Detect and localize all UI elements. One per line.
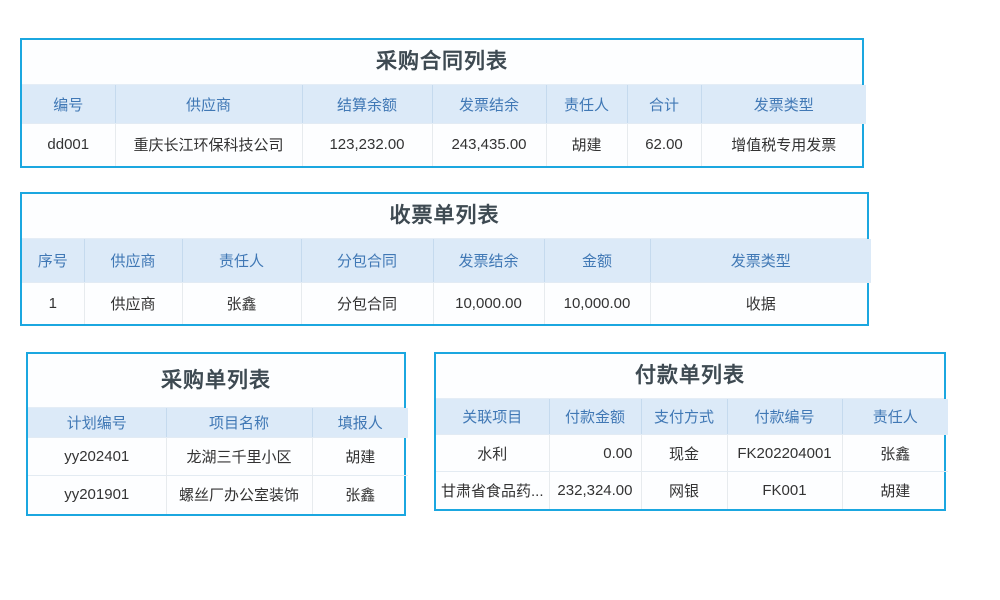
cell: 螺丝厂办公室装饰 (166, 476, 312, 514)
report-page: 采购合同列表 编号供应商结算余额发票结余责任人合计发票类型dd001重庆长江环保… (0, 0, 1000, 600)
table-row: yy201901螺丝厂办公室装饰张鑫 (28, 476, 408, 514)
column-header: 项目名称 (166, 408, 312, 438)
table-title: 收票单列表 (22, 194, 867, 239)
column-header: 关联项目 (436, 399, 549, 435)
column-header: 结算余额 (302, 85, 432, 124)
table-row: dd001重庆长江环保科技公司123,232.00243,435.00胡建62.… (22, 124, 866, 166)
column-header: 责任人 (546, 85, 627, 124)
table-title: 付款单列表 (436, 354, 944, 399)
cell: dd001 (22, 124, 115, 166)
cell: 10,000.00 (433, 283, 544, 324)
column-header: 责任人 (182, 239, 301, 283)
table-row: 水利0.00现金FK202204001张鑫 (436, 435, 948, 472)
purchase-contract-list-table: 采购合同列表 编号供应商结算余额发票结余责任人合计发票类型dd001重庆长江环保… (20, 38, 864, 168)
table-title: 采购单列表 (28, 354, 404, 408)
header-row: 编号供应商结算余额发票结余责任人合计发票类型 (22, 85, 866, 124)
cell: 张鑫 (312, 476, 408, 514)
cell: 232,324.00 (549, 472, 641, 509)
cell: 243,435.00 (432, 124, 546, 166)
cell: 龙湖三千里小区 (166, 438, 312, 476)
column-header: 责任人 (842, 399, 948, 435)
cell: 增值税专用发票 (701, 124, 866, 166)
cell: 张鑫 (842, 435, 948, 472)
cell: 胡建 (546, 124, 627, 166)
column-header: 发票结余 (433, 239, 544, 283)
cell: 收据 (650, 283, 871, 324)
column-header: 发票结余 (432, 85, 546, 124)
column-header: 发票类型 (701, 85, 866, 124)
cell: 供应商 (84, 283, 182, 324)
cell: 重庆长江环保科技公司 (115, 124, 302, 166)
cell: 1 (22, 283, 84, 324)
column-header: 金额 (544, 239, 650, 283)
cell: 胡建 (312, 438, 408, 476)
cell: 123,232.00 (302, 124, 432, 166)
cell: 0.00 (549, 435, 641, 472)
cell: 62.00 (627, 124, 701, 166)
column-header: 付款编号 (727, 399, 842, 435)
table-row: 1供应商张鑫分包合同10,000.0010,000.00收据 (22, 283, 871, 324)
cell: FK001 (727, 472, 842, 509)
column-header: 供应商 (115, 85, 302, 124)
column-header: 发票类型 (650, 239, 871, 283)
column-header: 计划编号 (28, 408, 166, 438)
data-table: 序号供应商责任人分包合同发票结余金额发票类型1供应商张鑫分包合同10,000.0… (22, 239, 871, 324)
column-header: 支付方式 (641, 399, 727, 435)
cell: 网银 (641, 472, 727, 509)
cell: yy202401 (28, 438, 166, 476)
receipt-list-table: 收票单列表 序号供应商责任人分包合同发票结余金额发票类型1供应商张鑫分包合同10… (20, 192, 869, 326)
cell: 张鑫 (182, 283, 301, 324)
cell: 水利 (436, 435, 549, 472)
purchase-order-list-table: 采购单列表 计划编号项目名称填报人yy202401龙湖三千里小区胡建yy2019… (26, 352, 406, 516)
cell: 分包合同 (301, 283, 433, 324)
cell: 甘肃省食品药... (436, 472, 549, 509)
payment-list-table: 付款单列表 关联项目付款金额支付方式付款编号责任人水利0.00现金FK20220… (434, 352, 946, 511)
data-table: 编号供应商结算余额发票结余责任人合计发票类型dd001重庆长江环保科技公司123… (22, 85, 866, 166)
cell: FK202204001 (727, 435, 842, 472)
cell: 胡建 (842, 472, 948, 509)
table-row: 甘肃省食品药...232,324.00网银FK001胡建 (436, 472, 948, 509)
data-table: 关联项目付款金额支付方式付款编号责任人水利0.00现金FK202204001张鑫… (436, 399, 948, 509)
table-row: yy202401龙湖三千里小区胡建 (28, 438, 408, 476)
column-header: 供应商 (84, 239, 182, 283)
cell: 现金 (641, 435, 727, 472)
cell: yy201901 (28, 476, 166, 514)
cell: 10,000.00 (544, 283, 650, 324)
column-header: 付款金额 (549, 399, 641, 435)
header-row: 关联项目付款金额支付方式付款编号责任人 (436, 399, 948, 435)
header-row: 计划编号项目名称填报人 (28, 408, 408, 438)
data-table: 计划编号项目名称填报人yy202401龙湖三千里小区胡建yy201901螺丝厂办… (28, 408, 408, 514)
column-header: 序号 (22, 239, 84, 283)
column-header: 编号 (22, 85, 115, 124)
table-title: 采购合同列表 (22, 40, 862, 85)
column-header: 分包合同 (301, 239, 433, 283)
column-header: 合计 (627, 85, 701, 124)
column-header: 填报人 (312, 408, 408, 438)
header-row: 序号供应商责任人分包合同发票结余金额发票类型 (22, 239, 871, 283)
